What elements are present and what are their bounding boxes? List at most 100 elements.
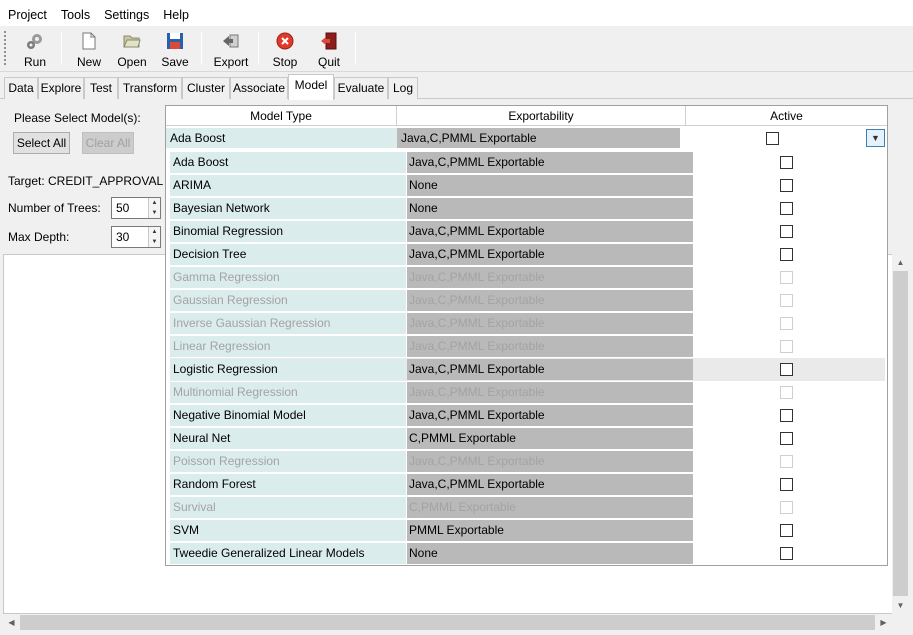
run-label: Run bbox=[23, 55, 46, 69]
model-option-exportability: None bbox=[407, 198, 693, 219]
vertical-scrollbar[interactable]: ▲ ▼ bbox=[892, 254, 909, 614]
model-option-row[interactable]: Gaussian Regression Java,C,PMML Exportabl… bbox=[170, 289, 885, 312]
spinner-up-icon[interactable]: ▲ bbox=[149, 227, 160, 237]
model-option-exportability: Java,C,PMML Exportable bbox=[407, 336, 693, 357]
save-button[interactable]: Save bbox=[160, 30, 190, 70]
model-option-row[interactable]: Random Forest Java,C,PMML Exportable bbox=[170, 473, 885, 496]
selected-model-row[interactable]: Ada Boost Java,C,PMML Exportable ▼ bbox=[166, 127, 887, 149]
model-option-checkbox[interactable] bbox=[780, 524, 793, 537]
select-models-label: Please Select Model(s): bbox=[14, 111, 141, 125]
toolbar-separator bbox=[258, 32, 259, 64]
selected-model-name: Ada Boost bbox=[166, 128, 397, 148]
model-option-exportability: Java,C,PMML Exportable bbox=[407, 451, 693, 472]
dropdown-chevron-icon[interactable]: ▼ bbox=[866, 129, 885, 147]
scroll-up-icon[interactable]: ▲ bbox=[892, 254, 909, 271]
spinner-down-icon[interactable]: ▼ bbox=[149, 208, 160, 218]
model-option-checkbox[interactable] bbox=[780, 202, 793, 215]
scroll-down-icon[interactable]: ▼ bbox=[892, 597, 909, 614]
model-option-checkbox[interactable] bbox=[780, 409, 793, 422]
model-option-checkbox[interactable] bbox=[780, 248, 793, 261]
number-of-trees-value: 50 bbox=[116, 201, 130, 215]
new-label: New bbox=[76, 55, 101, 69]
toolbar-separator bbox=[61, 32, 62, 64]
model-option-checkbox bbox=[780, 340, 793, 353]
header-exportability[interactable]: Exportability bbox=[397, 106, 686, 126]
model-option-row[interactable]: Multinomial Regression Java,C,PMML Export… bbox=[170, 381, 885, 404]
model-option-row[interactable]: Ada Boost Java,C,PMML Exportable bbox=[170, 151, 885, 174]
header-model-type[interactable]: Model Type bbox=[166, 106, 397, 126]
model-option-row[interactable]: Tweedie Generalized Linear Models None bbox=[170, 542, 885, 565]
tab-associate[interactable]: Associate bbox=[230, 77, 288, 99]
model-option-exportability: Java,C,PMML Exportable bbox=[407, 244, 693, 265]
model-option-row[interactable]: Survival C,PMML Exportable bbox=[170, 496, 885, 519]
horizontal-scrollbar[interactable]: ◀ ▶ bbox=[3, 614, 892, 631]
model-option-row[interactable]: Binomial Regression Java,C,PMML Exportabl… bbox=[170, 220, 885, 243]
model-option-row[interactable]: Gamma Regression Java,C,PMML Exportable bbox=[170, 266, 885, 289]
tab-cluster[interactable]: Cluster bbox=[182, 77, 230, 99]
model-option-checkbox[interactable] bbox=[780, 179, 793, 192]
new-button[interactable]: New bbox=[74, 30, 104, 70]
model-option-checkbox bbox=[780, 501, 793, 514]
model-option-row[interactable]: Linear Regression Java,C,PMML Exportable bbox=[170, 335, 885, 358]
model-option-row[interactable]: ARIMA None bbox=[170, 174, 885, 197]
model-option-row[interactable]: Inverse Gaussian Regression Java,C,PMML E… bbox=[170, 312, 885, 335]
open-button[interactable]: Open bbox=[116, 30, 148, 70]
tab-evaluate[interactable]: Evaluate bbox=[334, 77, 388, 99]
vertical-scroll-thumb[interactable] bbox=[893, 271, 908, 596]
model-option-name: Inverse Gaussian Regression bbox=[170, 313, 406, 334]
menu-settings[interactable]: Settings bbox=[104, 4, 149, 22]
max-depth-spinner[interactable]: 30 ▲ ▼ bbox=[111, 226, 161, 248]
number-of-trees-spinner[interactable]: 50 ▲ ▼ bbox=[111, 197, 161, 219]
menu-help[interactable]: Help bbox=[163, 4, 189, 22]
toolbar-separator bbox=[355, 32, 356, 64]
new-file-icon bbox=[82, 32, 96, 50]
model-option-row[interactable]: SVM PMML Exportable bbox=[170, 519, 885, 542]
model-option-name: Logistic Regression bbox=[170, 359, 406, 380]
model-option-row[interactable]: Decision Tree Java,C,PMML Exportable bbox=[170, 243, 885, 266]
model-option-row[interactable]: Logistic Regression Java,C,PMML Exportabl… bbox=[170, 358, 885, 381]
header-active[interactable]: Active bbox=[686, 106, 887, 126]
model-option-checkbox[interactable] bbox=[780, 478, 793, 491]
model-option-checkbox[interactable] bbox=[780, 547, 793, 560]
spinner-up-icon[interactable]: ▲ bbox=[149, 198, 160, 208]
spinner-arrows: ▲ ▼ bbox=[148, 227, 160, 247]
stop-button[interactable]: Stop bbox=[270, 30, 300, 70]
model-option-checkbox[interactable] bbox=[780, 432, 793, 445]
tab-transform[interactable]: Transform bbox=[118, 77, 182, 99]
menu-tools[interactable]: Tools bbox=[61, 4, 90, 22]
model-option-row[interactable]: Negative Binomial Model Java,C,PMML Expor… bbox=[170, 404, 885, 427]
model-option-name: Neural Net bbox=[170, 428, 406, 449]
model-option-name: Gaussian Regression bbox=[170, 290, 406, 311]
model-option-checkbox bbox=[780, 386, 793, 399]
model-option-exportability: Java,C,PMML Exportable bbox=[407, 290, 693, 311]
clear-all-button[interactable]: Clear All bbox=[82, 132, 134, 154]
select-all-button[interactable]: Select All bbox=[13, 132, 70, 154]
run-button[interactable]: Run bbox=[20, 30, 50, 70]
menu-project[interactable]: Project bbox=[8, 4, 47, 22]
scroll-left-icon[interactable]: ◀ bbox=[3, 614, 20, 631]
model-option-exportability: None bbox=[407, 543, 693, 564]
tab-test[interactable]: Test bbox=[84, 77, 118, 99]
stop-icon bbox=[276, 32, 294, 50]
tab-explore[interactable]: Explore bbox=[38, 77, 84, 99]
export-button[interactable]: Export bbox=[212, 30, 250, 70]
horizontal-scroll-thumb[interactable] bbox=[20, 615, 875, 630]
export-icon bbox=[223, 34, 239, 48]
tab-log[interactable]: Log bbox=[388, 77, 418, 99]
spinner-down-icon[interactable]: ▼ bbox=[149, 237, 160, 247]
model-option-checkbox[interactable] bbox=[780, 156, 793, 169]
scroll-right-icon[interactable]: ▶ bbox=[875, 614, 892, 631]
tab-data[interactable]: Data bbox=[4, 77, 38, 99]
model-option-row[interactable]: Poisson Regression Java,C,PMML Exportable bbox=[170, 450, 885, 473]
selected-model-checkbox[interactable] bbox=[766, 132, 779, 145]
model-option-row[interactable]: Neural Net C,PMML Exportable bbox=[170, 427, 885, 450]
model-option-name: Linear Regression bbox=[170, 336, 406, 357]
quit-button[interactable]: Quit bbox=[314, 30, 344, 70]
model-option-name: Bayesian Network bbox=[170, 198, 406, 219]
model-option-exportability: Java,C,PMML Exportable bbox=[407, 359, 693, 380]
model-option-checkbox[interactable] bbox=[780, 363, 793, 376]
model-option-checkbox[interactable] bbox=[780, 225, 793, 238]
model-option-row[interactable]: Bayesian Network None bbox=[170, 197, 885, 220]
toolbar-grip[interactable] bbox=[3, 30, 7, 66]
tab-model[interactable]: Model bbox=[288, 74, 334, 100]
